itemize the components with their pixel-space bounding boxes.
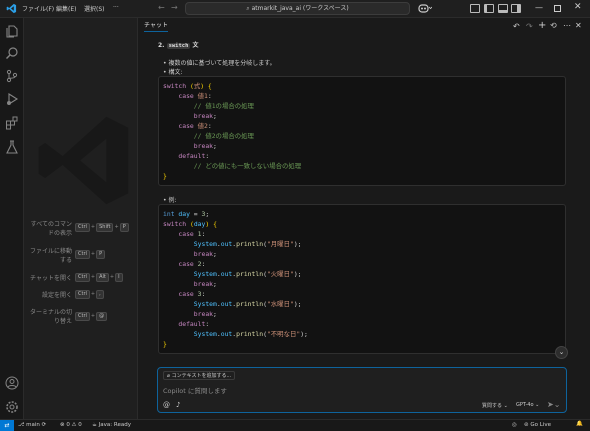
forward-arrow-icon[interactable]: → xyxy=(171,3,178,12)
menu-file[interactable]: ファイル(F) xyxy=(22,4,54,13)
source-control-icon[interactable] xyxy=(5,69,19,83)
example-code-block: int day = 3; switch (day) { case 1: Syst… xyxy=(158,204,566,354)
send-icon[interactable]: ➤⌄ xyxy=(547,400,560,409)
toggle-sidebar-icon[interactable] xyxy=(484,4,494,13)
add-context-button[interactable]: ⌀ コンテキストを追加する... xyxy=(163,371,236,380)
error-icon: ⊗ xyxy=(60,422,65,428)
explorer-icon[interactable] xyxy=(5,24,19,38)
mode-dropdown[interactable]: 質問する ⌄ xyxy=(482,402,508,409)
menu-more[interactable]: ··· xyxy=(113,4,119,11)
close-window-icon[interactable]: ✕ xyxy=(574,2,582,12)
editor-area: すべてのコマン ドの表示 Ctrl + Shift + P ファイルに移動 する Ctrl +… xyxy=(24,18,137,419)
menu-selection[interactable]: 選択(S) xyxy=(84,4,105,13)
toggle-secondary-sidebar-icon[interactable] xyxy=(511,4,521,13)
back-arrow-icon[interactable]: ← xyxy=(158,3,165,12)
new-chat-plus-icon[interactable]: + xyxy=(538,20,546,31)
problems-indicator[interactable]: ⊗ 0 ⚠ 0 xyxy=(60,422,82,428)
settings-gear-icon[interactable] xyxy=(5,400,19,414)
java-status[interactable]: ☕ Java: Ready xyxy=(92,422,131,428)
copilot-icon[interactable] xyxy=(418,3,432,14)
activity-bar xyxy=(0,18,24,419)
syntax-code-block: switch (式) { case 値1: // 値1の場合の処理 break;… xyxy=(158,76,566,186)
toggle-panel-icon[interactable] xyxy=(498,4,508,13)
sync-icon: ⟳ xyxy=(41,422,47,428)
run-debug-icon[interactable] xyxy=(5,92,19,106)
command-center[interactable]: ⌕ atmarkit_java_ai (ワークスペース) xyxy=(185,2,410,15)
title-bar: ファイル(F) 編集(E) 選択(S) ··· ← → ⌕ atmarkit_j… xyxy=(0,0,590,18)
shortcut-keys-goto-file: Ctrl + P xyxy=(74,250,106,259)
shortcut-label-commands: すべてのコマン ドの表示 xyxy=(30,221,72,237)
shortcut-label-terminal: ターミナルの切 り替え xyxy=(29,309,72,325)
command-center-title: atmarkit_java_ai (ワークスペース) xyxy=(251,5,349,12)
vscode-logo-icon xyxy=(6,3,17,14)
java-icon: ☕ xyxy=(92,422,99,428)
history-icon[interactable]: ⟲ xyxy=(550,21,557,30)
maximize-icon[interactable] xyxy=(554,5,561,12)
shortcut-keys-settings: Ctrl +, xyxy=(74,290,105,299)
extensions-icon[interactable] xyxy=(5,116,19,130)
undo-icon[interactable]: ↶ xyxy=(513,22,520,31)
chat-input-field[interactable]: Copilot に質問します xyxy=(163,385,227,395)
testing-icon[interactable] xyxy=(5,140,19,154)
shortcut-label-goto-file: ファイルに移動 する xyxy=(29,248,72,264)
layout-editor-icon[interactable] xyxy=(470,4,480,13)
redo-icon[interactable]: ↷ xyxy=(526,22,533,31)
section-heading: 2. switch 文 xyxy=(158,42,199,49)
shortcut-keys-terminal: Ctrl + @ xyxy=(74,312,108,321)
shortcut-keys-open-chat: Ctrl + Alt + I xyxy=(74,273,124,282)
warning-icon: ⚠ xyxy=(71,422,77,428)
more-actions-icon[interactable]: ⋯ xyxy=(563,21,571,30)
vscode-watermark-icon xyxy=(32,108,137,213)
shortcut-label-settings: 設定を開く xyxy=(41,292,72,299)
microphone-icon[interactable]: ♪ xyxy=(176,401,180,409)
golive-button[interactable]: ⊚ Go Live xyxy=(524,422,551,428)
shortcut-keys-commands: Ctrl + Shift + P xyxy=(74,223,130,232)
notifications-bell-icon[interactable]: 🔔 xyxy=(576,421,583,427)
list-item: • 例: xyxy=(163,197,177,204)
minimize-icon[interactable]: — xyxy=(535,3,543,12)
status-bar: ⇄ ⎇ main ⟳ ⊗ 0 ⚠ 0 ☕ Java: Ready ◎ ⊚ Go … xyxy=(0,419,590,431)
close-chat-icon[interactable]: ✕ xyxy=(575,21,582,30)
list-item: • 構文: xyxy=(163,69,183,76)
mention-at-icon[interactable]: @ xyxy=(163,401,170,409)
menu-edit[interactable]: 編集(E) xyxy=(56,4,76,13)
branch-indicator[interactable]: ⎇ main ⟳ xyxy=(18,422,46,428)
search-icon[interactable] xyxy=(5,46,19,60)
account-icon[interactable] xyxy=(5,376,19,390)
tab-chat[interactable]: チャット xyxy=(144,20,168,32)
scroll-down-chevron-icon[interactable]: ⌄ xyxy=(555,346,568,359)
model-dropdown[interactable]: GPT-4o ⌄ xyxy=(516,402,539,408)
copilot-status-icon[interactable]: ◎ xyxy=(512,422,517,428)
chat-input-box: ⌀ コンテキストを追加する... Copilot に質問します @ ♪ 質問する… xyxy=(157,367,567,413)
shortcut-label-open-chat: チャットを開く xyxy=(30,275,72,282)
remote-indicator-icon[interactable]: ⇄ xyxy=(0,420,14,431)
list-item: • 複数の値に基づいて処理を分岐します。 xyxy=(163,60,276,67)
